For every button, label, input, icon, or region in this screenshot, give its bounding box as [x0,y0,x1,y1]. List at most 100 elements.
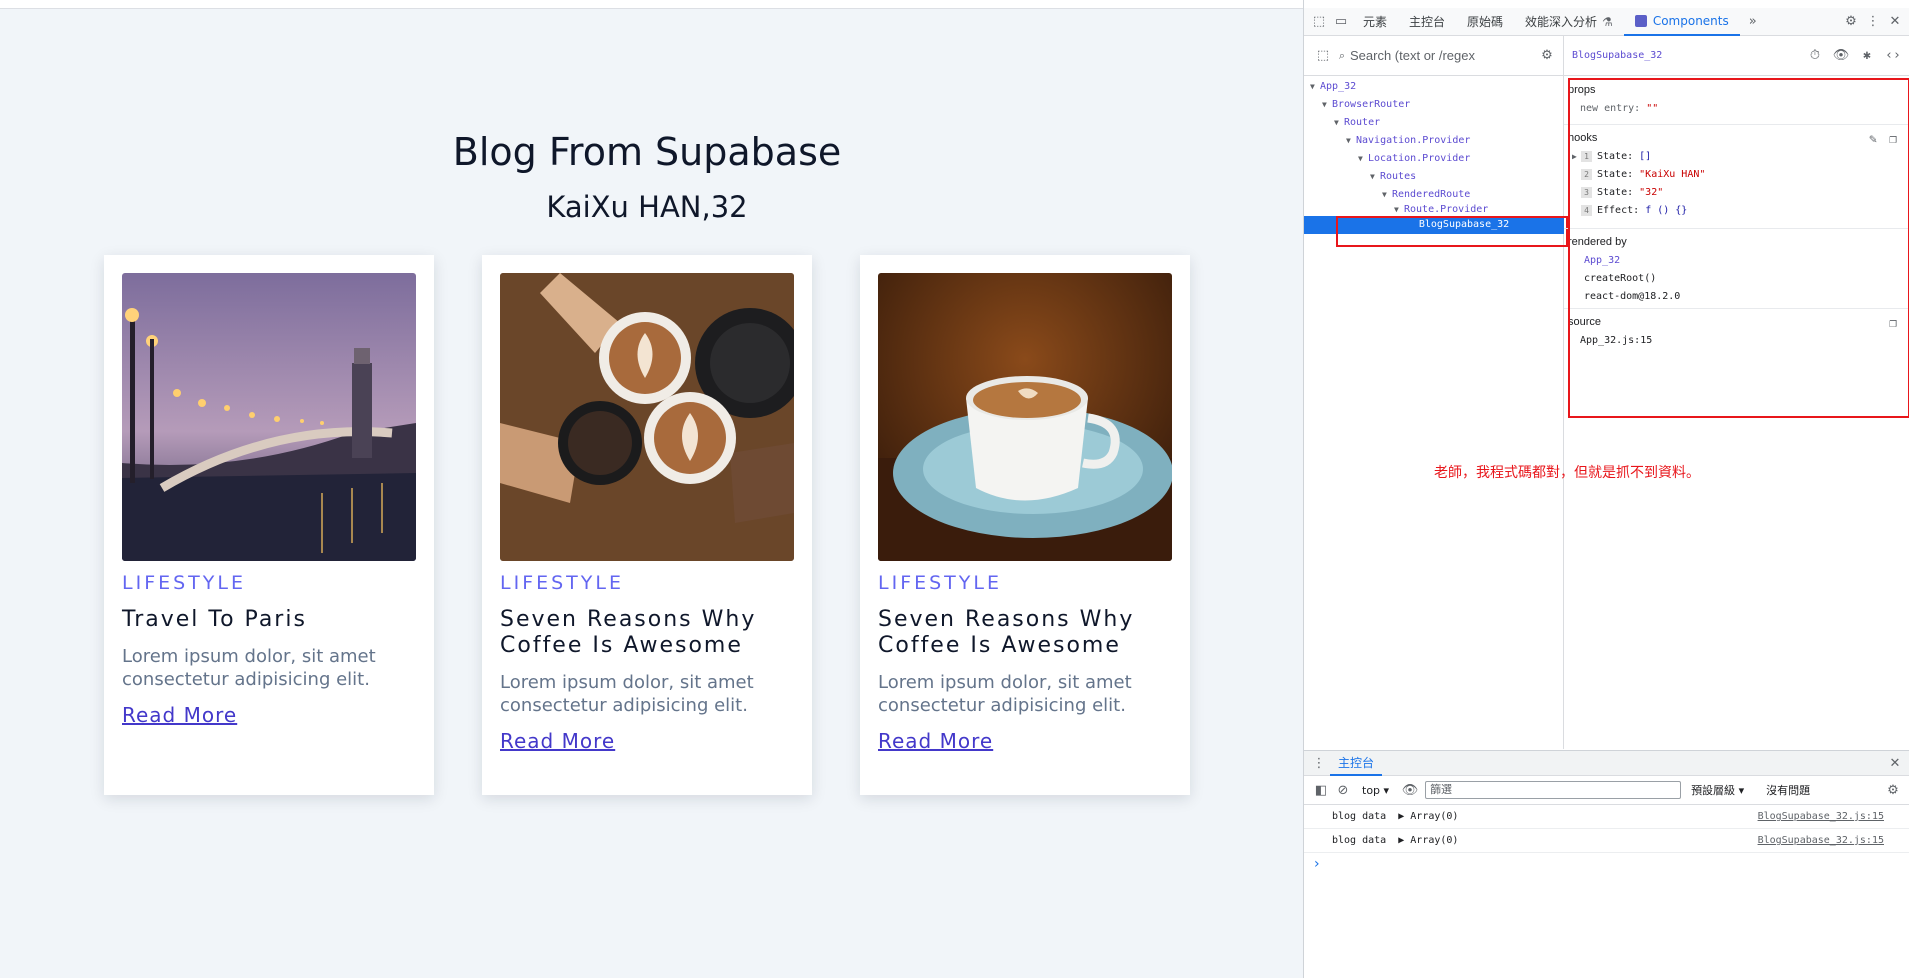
tab-performance-label: 效能深入分析 [1525,15,1598,29]
timer-icon[interactable]: ⏱ [1804,45,1826,67]
flask-icon: ⚗ [1602,14,1613,29]
card-description: Lorem ipsum dolor, sit amet consectetur … [122,646,376,690]
console-log-row[interactable]: blog data ▶ Array(0) BlogSupabase_32.js:… [1304,829,1909,853]
log-level-value: 預設層級 [1691,784,1736,797]
log-source-link[interactable]: BlogSupabase_32.js:15 [1758,805,1884,829]
expand-arrow-icon: ▼ [1394,205,1399,214]
context-value: top [1362,783,1381,797]
devtools-toolbar: ⬚ ▭ 元素 主控台 原始碼 效能深入分析 ⚗ Components » ⚙ ⋮ … [1304,8,1909,36]
log-value[interactable]: Array(0) [1410,835,1458,846]
tab-console[interactable]: 主控台 [1398,8,1456,36]
tree-node-routes[interactable]: ▼ Routes [1304,168,1564,186]
tree-node-label: Location.Provider [1368,153,1471,164]
read-more-link[interactable]: Read More [878,729,993,753]
drawer-menu-icon[interactable]: ⋮ [1308,752,1330,774]
tree-node-router[interactable]: ▼ Router [1304,114,1564,132]
tab-console-drawer[interactable]: 主控台 [1330,751,1383,776]
device-toolbar-icon[interactable]: ▭ [1330,11,1352,33]
highlight-box-selected-node [1336,216,1568,247]
annotation-note: 老師，我程式碼都對，但就是抓不到資料。 [1434,465,1700,481]
component-tree: ▼ App_32 ▼ BrowserRouter ▼ Router ▼ Navigati… [1304,78,1564,234]
expand-arrow-icon[interactable]: ▶ [1398,811,1404,822]
react-icon [1634,14,1647,27]
page-title: Blog From Supabase [452,130,842,174]
card-category: LIFESTYLE [500,572,624,594]
clear-console-icon[interactable]: ⊘ [1332,779,1354,801]
expand-arrow-icon: ▼ [1346,136,1351,145]
tab-performance-insights[interactable]: 效能深入分析 ⚗ [1514,8,1624,36]
expand-arrow-icon[interactable]: ▶ [1398,835,1404,846]
console-filter-input[interactable]: 篩選 [1425,781,1682,799]
dropdown-arrow-icon: ▾ [1383,783,1390,797]
tree-node-navigation-provider[interactable]: ▼ Navigation.Provider [1304,132,1564,150]
prompt-caret: › [1314,856,1320,872]
console-toolbar: ◧ ⊘ top ▾ 👁 篩選 預設層級 ▾ 沒有問題 ⚙ [1304,776,1909,805]
card-description: Lorem ipsum dolor, sit amet consectetur … [500,672,754,716]
context-select[interactable]: top ▾ [1362,784,1389,797]
tree-node-app[interactable]: ▼ App_32 [1304,78,1564,96]
close-icon[interactable]: ✕ [1884,11,1906,33]
blog-page: Blog From Supabase KaiXu HAN,32 LIFESTYL… [0,0,1303,978]
card-title: Travel To Paris [122,607,307,632]
log-level-select[interactable]: 預設層級 ▾ [1691,782,1744,798]
select-element-icon[interactable]: ⬚ [1312,45,1334,67]
expand-arrow-icon: ▼ [1358,154,1363,163]
tab-components[interactable]: Components [1623,8,1740,36]
issues-counter[interactable]: 沒有問題 [1766,782,1810,798]
tree-node-label: Navigation.Provider [1356,135,1471,146]
card-image-coffee-cup [878,273,1172,561]
live-expression-eye-icon[interactable]: 👁 [1399,779,1421,801]
card-image-coffee-cheers [500,273,794,561]
more-options-icon[interactable]: ⋮ [1862,11,1884,33]
tree-node-route-provider[interactable]: ▼ Route.Provider [1304,204,1564,216]
tree-node-label: Route.Provider [1404,204,1489,215]
close-drawer-icon[interactable]: ✕ [1884,752,1906,774]
expand-arrow-icon: ▼ [1334,118,1339,127]
tab-components-label: Components [1652,13,1729,28]
page-subtitle: KaiXu HAN,32 [546,190,748,224]
tree-search-input[interactable]: Search (text or /regex [1350,48,1536,63]
dropdown-arrow-icon: ▾ [1738,784,1745,797]
tree-node-label: RenderedRoute [1392,189,1471,200]
tree-node-renderedroute[interactable]: ▼ RenderedRoute [1304,186,1564,204]
sidebar-toggle-icon[interactable]: ◧ [1310,779,1332,801]
component-tree-pane: ⬚ ⌕ Search (text or /regex ⚙ ▼ App_32 ▼ Br… [1304,36,1568,749]
expand-arrow-icon: ▼ [1310,82,1315,91]
tab-elements[interactable]: 元素 [1352,8,1398,36]
drawer-tabs: ⋮ 主控台 ✕ [1304,751,1909,776]
log-source-link[interactable]: BlogSupabase_32.js:15 [1758,829,1884,853]
tree-node-label: Routes [1380,171,1417,182]
inspector-header: BlogSupabase_32 ⏱ 👁 ✱ ‹› [1564,36,1909,76]
inspect-element-icon[interactable]: ⬚ [1308,11,1330,33]
log-label: blog data [1332,835,1387,846]
eye-icon[interactable]: 👁 [1830,45,1852,67]
console-prompt[interactable]: › [1304,853,1909,875]
tab-sources[interactable]: 原始碼 [1456,8,1514,36]
tree-node-label: App_32 [1320,81,1357,92]
read-more-link[interactable]: Read More [500,729,615,753]
view-source-icon[interactable]: ‹› [1882,45,1904,67]
devtools-panel: ⬚ ▭ 元素 主控台 原始碼 效能深入分析 ⚗ Components » ⚙ ⋮ … [1303,0,1909,978]
blog-card: LIFESTYLE Travel To Paris Lorem ipsum do… [104,255,434,795]
bug-icon[interactable]: ✱ [1856,45,1878,67]
settings-icon[interactable]: ⚙ [1840,11,1862,33]
tree-node-browserrouter[interactable]: ▼ BrowserRouter [1304,96,1564,114]
expand-arrow-icon: ▼ [1370,172,1375,181]
console-log-row[interactable]: blog data ▶ Array(0) BlogSupabase_32.js:… [1304,805,1909,829]
read-more-link[interactable]: Read More [122,703,237,727]
blog-card: LIFESTYLE Seven Reasons Why Coffee Is Aw… [860,255,1190,795]
log-value[interactable]: Array(0) [1410,811,1458,822]
card-title: Seven Reasons Why Coffee Is Awesome [878,607,1135,658]
settings-icon[interactable]: ⚙ [1536,45,1558,67]
expand-arrow-icon: ▼ [1382,190,1387,199]
card-category: LIFESTYLE [878,572,1002,594]
console-drawer: ⋮ 主控台 ✕ ◧ ⊘ top ▾ 👁 篩選 預設層級 ▾ 沒有問題 ⚙ blo… [1304,750,1909,978]
expand-arrow-icon: ▼ [1322,100,1327,109]
tree-node-location-provider[interactable]: ▼ Location.Provider [1304,150,1564,168]
tree-node-label: BrowserRouter [1332,99,1411,110]
component-inspector: BlogSupabase_32 ⏱ 👁 ✱ ‹› props new entry… [1564,36,1909,749]
search-icon: ⌕ [1338,48,1346,62]
console-settings-icon[interactable]: ⚙ [1882,779,1904,801]
blog-card: LIFESTYLE Seven Reasons Why Coffee Is Aw… [482,255,812,795]
more-tabs-icon[interactable]: » [1742,11,1764,33]
